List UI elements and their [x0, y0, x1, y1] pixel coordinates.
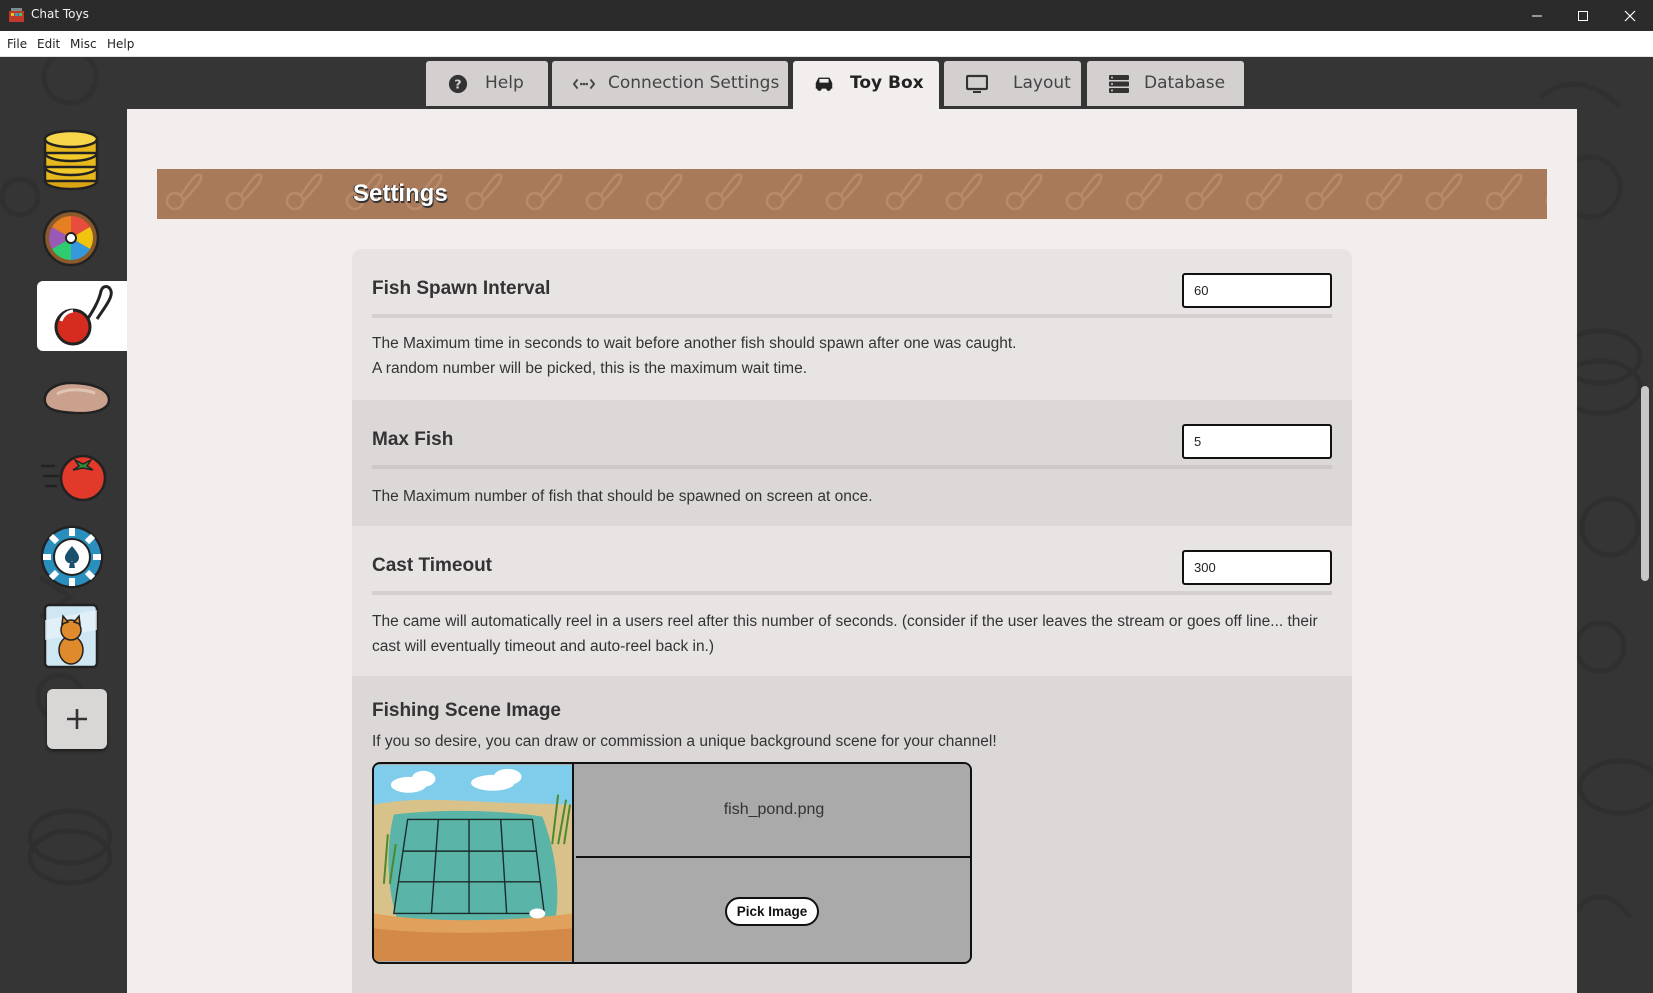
tab-help[interactable]: ? Help: [426, 61, 548, 106]
prize-wheel-icon: [42, 209, 100, 267]
app-icon: [9, 8, 24, 22]
maximize-button[interactable]: [1560, 0, 1606, 31]
menu-bar: File Edit Misc Help: [0, 31, 1653, 57]
pick-image-button[interactable]: Pick Image: [725, 897, 819, 926]
max-fish-input[interactable]: [1182, 424, 1332, 459]
divider: [372, 314, 1332, 318]
scrollbar-thumb[interactable]: [1641, 386, 1649, 581]
fishing-bobber-icon: [54, 285, 113, 346]
close-button[interactable]: [1607, 0, 1653, 31]
settings-title: Settings: [353, 180, 448, 207]
setting-description: The Maximum number of fish that should b…: [372, 488, 873, 505]
description-line: A random number will be picked, this is …: [372, 360, 808, 377]
minimize-button[interactable]: [1514, 0, 1560, 31]
image-filename: fish_pond.png: [576, 764, 970, 858]
title-bar: Chat Toys: [0, 0, 1653, 31]
setting-description: The came will automatically reel in a us…: [372, 613, 1318, 655]
tab-connection-settings[interactable]: Connection Settings: [552, 61, 788, 106]
divider: [372, 465, 1332, 469]
divider: [372, 591, 1332, 595]
setting-title: Max Fish: [372, 429, 454, 450]
fish-spawn-interval-input[interactable]: [1182, 273, 1332, 308]
tab-toy-box[interactable]: Toy Box: [793, 61, 939, 109]
image-picker: fish_pond.png Pick Image: [372, 762, 972, 964]
connection-arrows-icon: [573, 78, 595, 90]
sidebar-item-cat-card[interactable]: [37, 600, 127, 670]
rock-icon: [43, 381, 111, 415]
cast-timeout-input[interactable]: [1182, 550, 1332, 585]
tab-help-label: Help: [485, 73, 524, 93]
sidebar-item-rock[interactable]: [37, 358, 127, 428]
maximize-icon: [1578, 10, 1588, 21]
setting-max-fish: Max Fish The Maximum number of fish that…: [352, 400, 1352, 526]
sidebar-item-coins[interactable]: [37, 123, 127, 193]
menu-help[interactable]: Help: [107, 37, 134, 51]
tab-layout-label: Layout: [1013, 73, 1071, 93]
minimize-icon: [1532, 15, 1542, 16]
tab-layout[interactable]: Layout: [944, 61, 1081, 106]
sidebar-item-poker-chip[interactable]: [37, 522, 127, 592]
plus-icon: [67, 709, 87, 729]
question-circle-icon: ?: [448, 74, 468, 94]
description-line: The Maximum time in seconds to wait befo…: [372, 335, 1017, 352]
close-icon: [1624, 10, 1636, 21]
vertical-scrollbar[interactable]: [1637, 109, 1653, 993]
setting-fish-spawn-interval: Fish Spawn Interval The Maximum time in …: [352, 249, 1352, 400]
content-panel: Settings Fish Spawn Interval The Maximum…: [127, 109, 1577, 993]
monitor-icon: [966, 74, 988, 93]
database-icon: [1109, 75, 1129, 93]
menu-misc[interactable]: Misc: [70, 37, 97, 51]
flying-tomato-icon: [41, 454, 107, 502]
setting-title: Cast Timeout: [372, 555, 493, 576]
tab-database-label: Database: [1144, 73, 1226, 93]
sidebar-item-tomato[interactable]: [37, 440, 127, 510]
setting-description: If you so desire, you can draw or commis…: [372, 733, 997, 750]
coin-stack-icon: [43, 129, 99, 191]
setting-fishing-scene-image: Fishing Scene Image If you so desire, yo…: [352, 676, 1352, 993]
cat-card-icon: [43, 603, 99, 669]
fishing-scene-thumbnail: [374, 764, 574, 962]
settings-banner: Settings: [157, 169, 1547, 219]
tab-connection-settings-label: Connection Settings: [608, 73, 780, 93]
sidebar-item-prize-wheel[interactable]: [37, 204, 127, 274]
setting-cast-timeout: Cast Timeout The came will automatically…: [352, 526, 1352, 676]
image-actions: Pick Image: [576, 860, 970, 962]
menu-file[interactable]: File: [7, 37, 27, 51]
menu-edit[interactable]: Edit: [37, 37, 60, 51]
add-toy-button[interactable]: [47, 689, 107, 749]
sidebar-item-fishing[interactable]: [37, 281, 127, 351]
poker-chip-icon: [40, 525, 104, 589]
car-icon: [815, 77, 833, 91]
window-title: Chat Toys: [31, 7, 89, 21]
setting-description: The Maximum time in seconds to wait befo…: [372, 331, 1332, 381]
setting-title: Fish Spawn Interval: [372, 278, 551, 299]
tab-toy-box-label: Toy Box: [850, 73, 924, 93]
tab-database[interactable]: Database: [1087, 61, 1244, 106]
setting-title: Fishing Scene Image: [372, 700, 561, 721]
svg-text:?: ?: [454, 77, 461, 92]
